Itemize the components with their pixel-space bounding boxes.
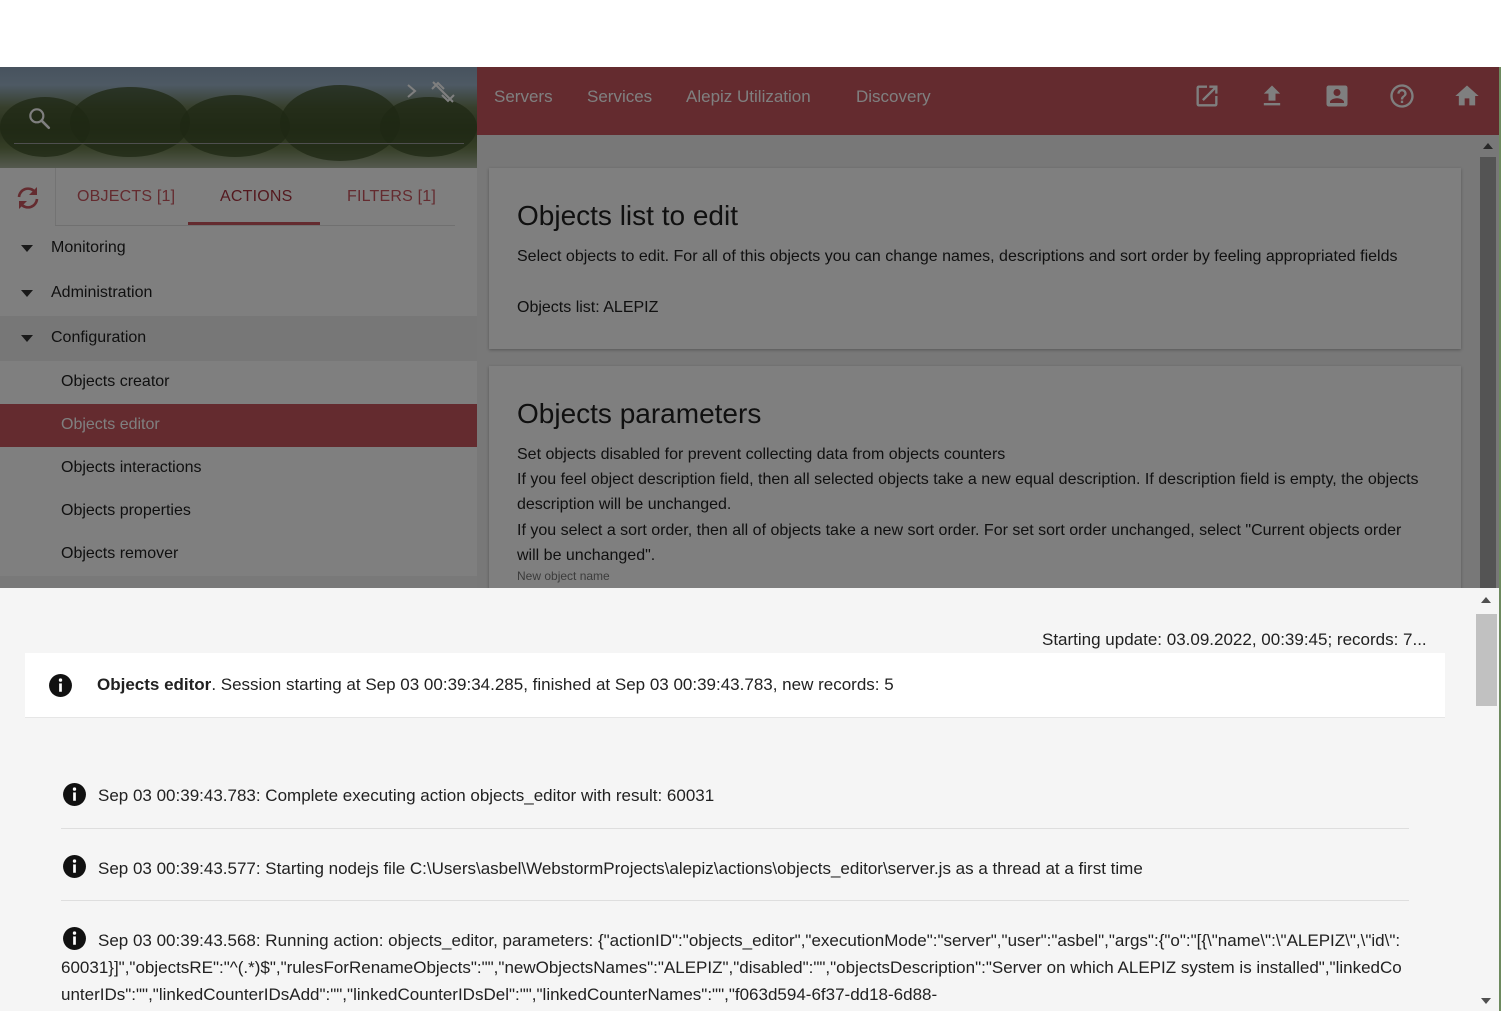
objects-list-value: Objects list: ALEPIZ [517, 299, 659, 316]
card-description: Select objects to edit. For all of this … [517, 248, 1398, 265]
menu-group-label: Configuration [51, 329, 147, 346]
caret-down-icon [21, 335, 33, 342]
card-description: If you select a sort order, then all of … [517, 522, 1402, 564]
session-action-name: Objects editor [97, 675, 212, 694]
search-input[interactable] [14, 143, 464, 144]
menu-group-administration[interactable]: Administration [0, 271, 477, 316]
nav-services[interactable]: Services [587, 87, 652, 107]
tab-objects[interactable]: OBJECTS [1] [77, 188, 175, 206]
background-image [380, 97, 477, 157]
chevron-right-icon[interactable] [402, 81, 422, 101]
menu-item-label: Objects interactions [61, 459, 202, 476]
scroll-down-icon[interactable] [1481, 998, 1491, 1004]
new-object-name-label: New object name [517, 569, 610, 583]
content-scrollbar[interactable] [1477, 135, 1499, 588]
log-entry: Sep 03 00:39:43.783: Complete executing … [98, 786, 715, 805]
sidebar: OBJECTS [1] ACTIONS FILTERS [1] Monitori… [0, 67, 477, 588]
refresh-icon[interactable] [13, 183, 43, 213]
actions-menu: Monitoring Administration Configuration … [0, 226, 477, 576]
menu-item-label: Objects remover [61, 545, 179, 562]
unpin-icon[interactable] [428, 79, 458, 105]
info-icon [63, 855, 86, 878]
card-title: Objects list to edit [517, 200, 738, 231]
tab-actions[interactable]: ACTIONS [220, 188, 293, 206]
help-icon[interactable] [1388, 82, 1416, 110]
background-image [180, 95, 290, 157]
search-icon[interactable] [26, 105, 52, 131]
nav-discovery[interactable]: Discovery [856, 87, 931, 107]
info-icon [63, 783, 86, 806]
session-summary: Objects editor. Session starting at Sep … [97, 675, 894, 695]
caret-down-icon [21, 290, 33, 297]
menu-group-label: Administration [51, 284, 153, 301]
menu-item-label: Objects creator [61, 373, 170, 390]
info-icon [49, 674, 72, 697]
nav-servers[interactable]: Servers [494, 87, 553, 107]
session-details: . Session starting at Sep 03 00:39:34.28… [211, 675, 894, 694]
sidebar-tabs: OBJECTS [1] ACTIONS FILTERS [1] [0, 168, 477, 226]
menu-group-label: Monitoring [51, 239, 126, 256]
card-title: Objects parameters [517, 398, 762, 429]
card-description: Set objects disabled for prevent collect… [517, 446, 1006, 463]
sidebar-header [0, 67, 477, 168]
caret-down-icon [21, 245, 33, 252]
nav-alepiz-utilization[interactable]: Alepiz Utilization [686, 87, 811, 107]
log-scrollbar[interactable] [1474, 588, 1499, 1011]
objects-list-card: Objects list to edit Select objects to e… [489, 168, 1461, 349]
menu-group-configuration[interactable]: Configuration [0, 316, 477, 361]
log-entry: Sep 03 00:39:43.568: Running action: obj… [61, 931, 1402, 1004]
tab-filters[interactable]: FILTERS [1] [347, 188, 436, 206]
menu-group-monitoring[interactable]: Monitoring [0, 226, 477, 271]
log-separator [61, 828, 1409, 829]
objects-parameters-card: Objects parameters Set objects disabled … [489, 366, 1461, 588]
menu-item-objects-properties[interactable]: Objects properties [0, 490, 477, 533]
background-image [70, 87, 190, 157]
top-navbar: Servers Services Alepiz Utilization Disc… [477, 67, 1499, 135]
log-entry: Sep 03 00:39:43.577: Starting nodejs fil… [98, 859, 1143, 878]
home-icon[interactable] [1453, 82, 1481, 110]
account-box-icon[interactable] [1323, 82, 1351, 110]
menu-item-label: Objects editor [61, 416, 160, 433]
scrollbar-thumb[interactable] [1476, 614, 1497, 706]
main-content: Objects list to edit Select objects to e… [477, 135, 1499, 588]
page-top-blank [0, 0, 1501, 67]
log-separator [61, 900, 1409, 901]
menu-item-label: Objects properties [61, 502, 191, 519]
menu-item-objects-creator[interactable]: Objects creator [0, 361, 477, 404]
menu-item-objects-remover[interactable]: Objects remover [0, 533, 477, 576]
log-panel: Starting update: 03.09.2022, 00:39:45; r… [0, 588, 1499, 1011]
update-status: Starting update: 03.09.2022, 00:39:45; r… [1042, 630, 1427, 649]
menu-item-objects-editor[interactable]: Objects editor [0, 404, 477, 447]
session-row[interactable]: Objects editor. Session starting at Sep … [25, 653, 1445, 718]
upload-icon[interactable] [1258, 82, 1286, 110]
tab-divider [55, 168, 56, 226]
scroll-up-icon[interactable] [1483, 143, 1493, 149]
menu-item-objects-interactions[interactable]: Objects interactions [0, 447, 477, 490]
card-description: If you feel object description field, th… [517, 471, 1419, 513]
scrollbar-thumb[interactable] [1480, 157, 1496, 588]
scroll-up-icon[interactable] [1481, 597, 1491, 603]
open-in-new-icon[interactable] [1193, 82, 1221, 110]
